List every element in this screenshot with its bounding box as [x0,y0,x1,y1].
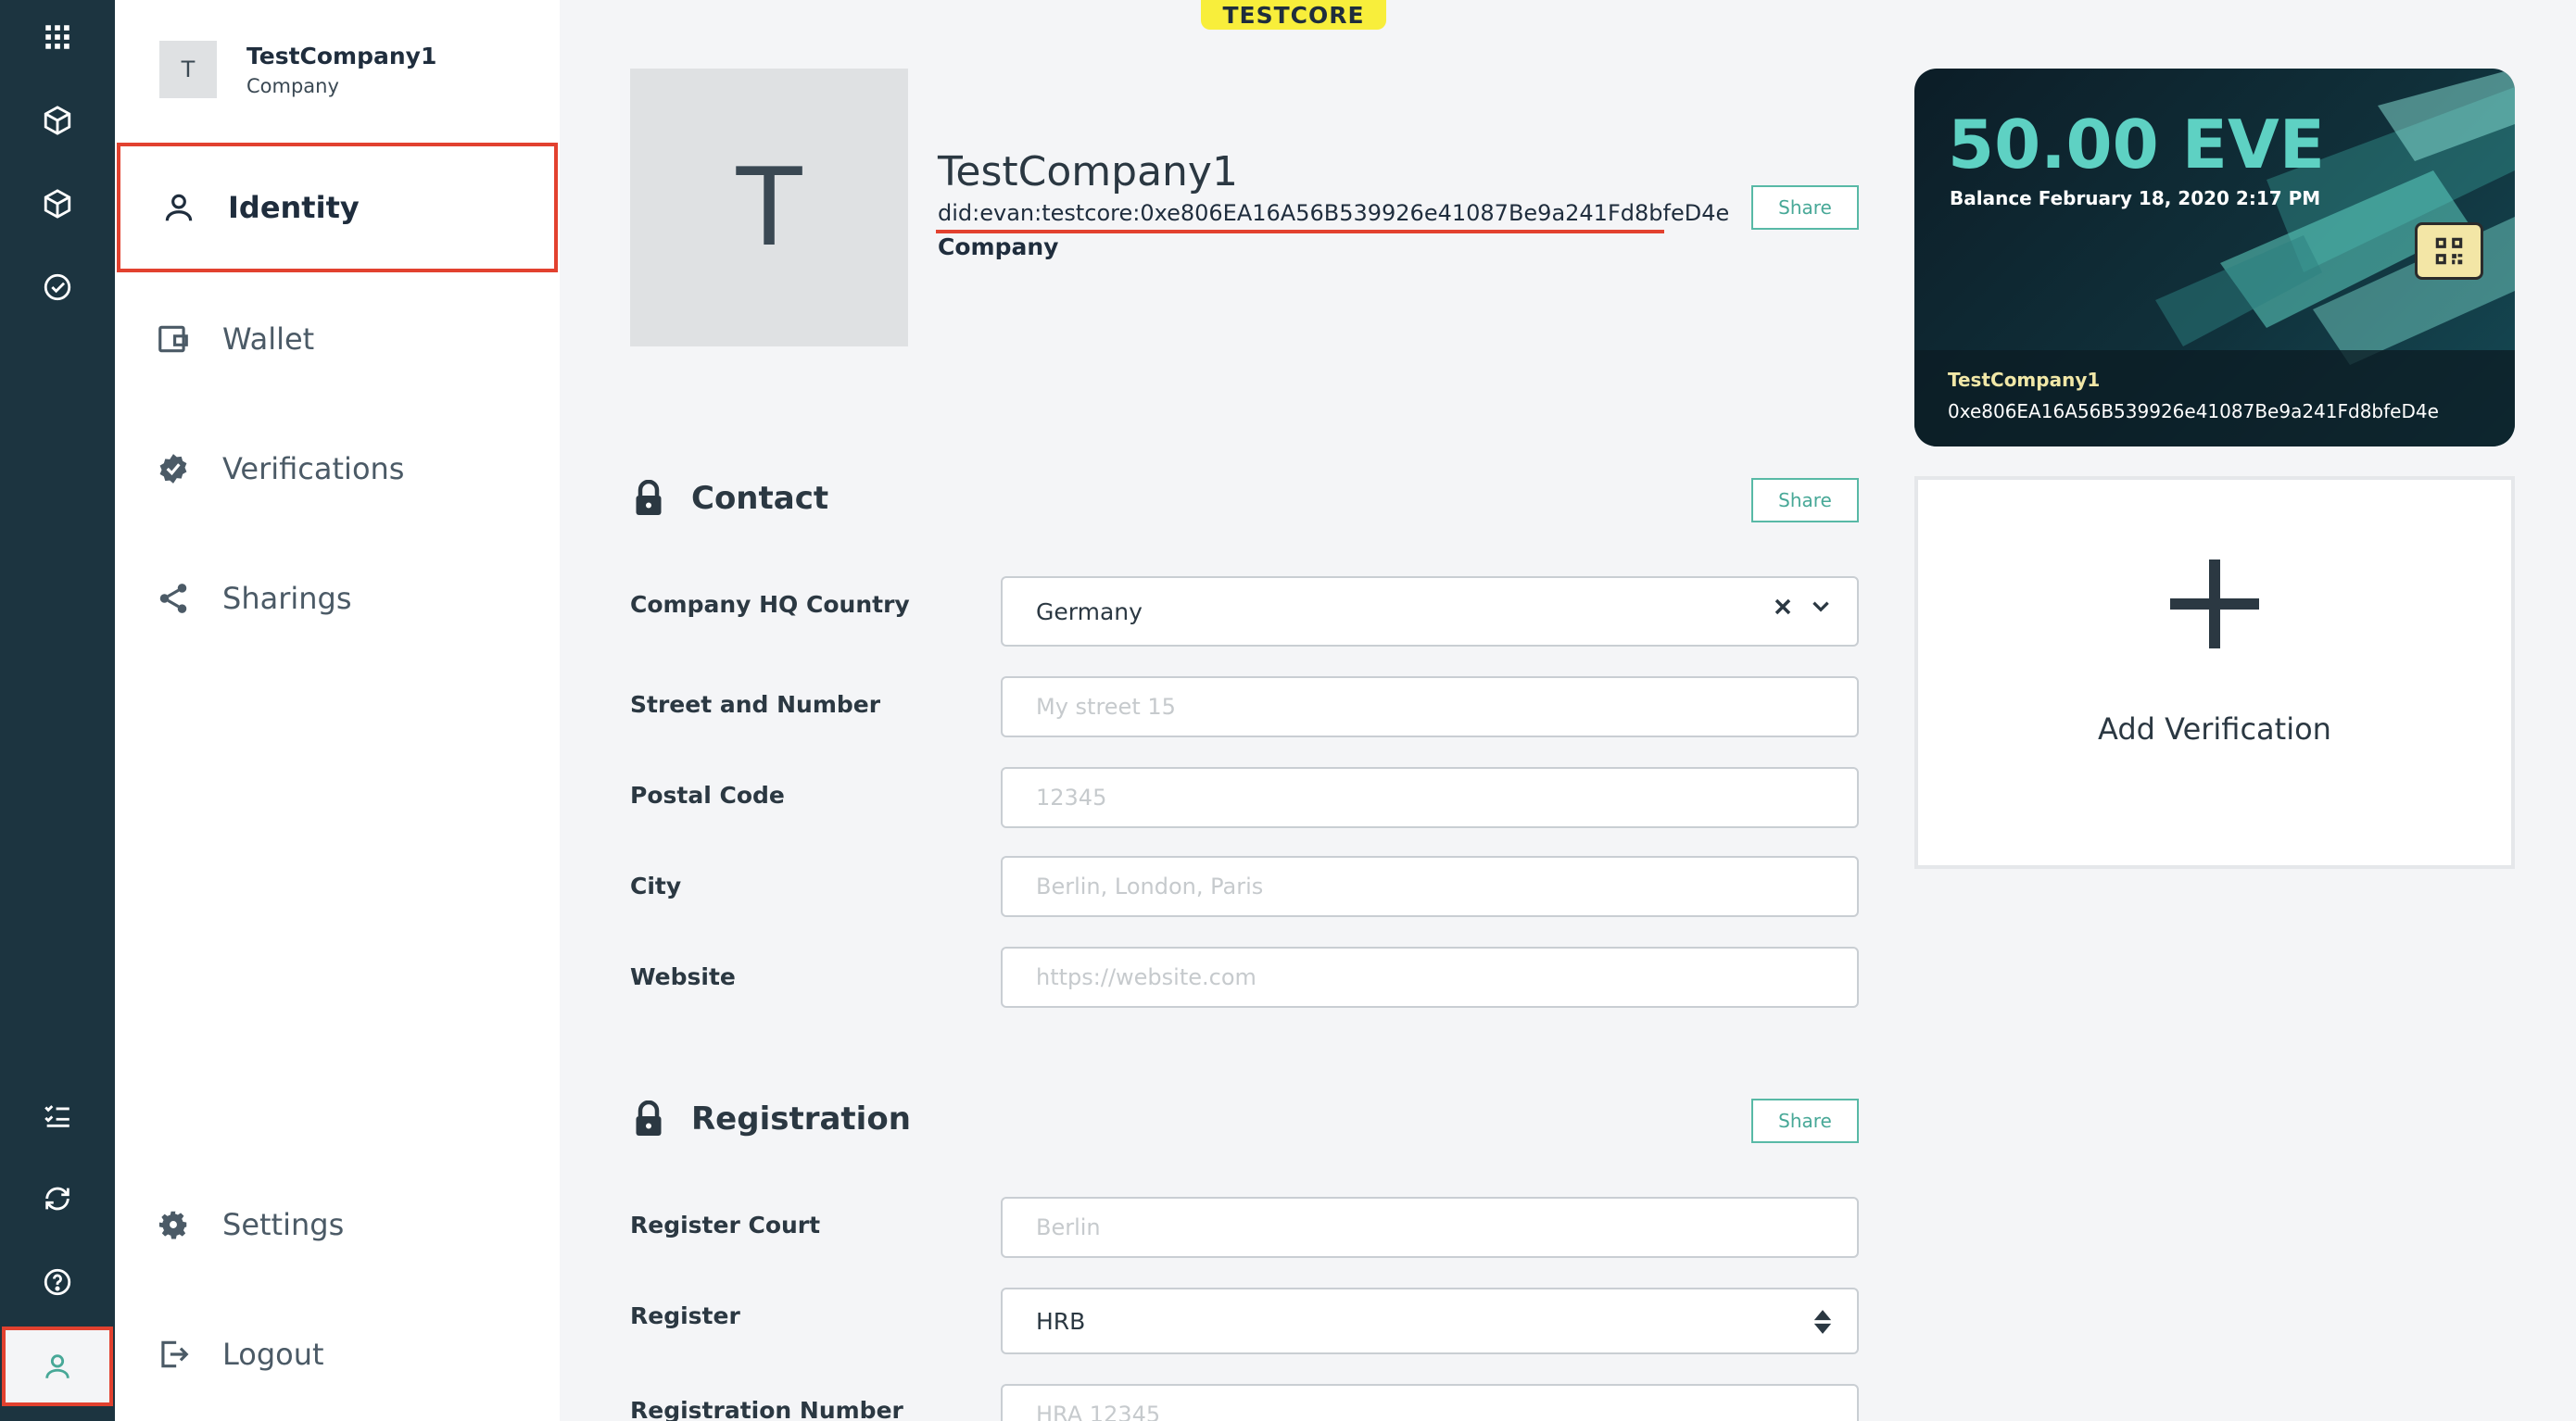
lock-icon [636,480,662,515]
identity-avatar[interactable]: T [630,69,908,346]
share-icon [159,584,187,613]
sidebar-item-label: Verifications [222,451,405,486]
help-icon[interactable] [32,1256,83,1308]
postal-code-label: Postal Code [630,782,785,809]
chevron-down-icon[interactable] [1809,595,1833,619]
company-name: TestCompany1 [246,42,437,69]
wallet-holder-name: TestCompany1 [1948,369,2101,391]
sidebar-item-sharings[interactable]: Sharings [115,534,560,663]
register-value: HRB [1036,1307,1086,1335]
add-verification-label: Add Verification [2098,711,2331,747]
sidebar-item-identity[interactable]: Identity [117,143,558,272]
country-value: Germany [1036,597,1143,625]
wallet-icon [158,325,188,353]
identity-sidebar: T TestCompany1 Company Identity Wallet V… [115,0,560,1421]
sidebar-item-label: Logout [222,1337,324,1372]
user-icon [45,1354,69,1378]
registration-number-label: Registration Number [630,1397,903,1421]
sync-icon[interactable] [32,1173,83,1225]
registration-share-button[interactable]: Share [1751,1099,1859,1143]
sidebar-item-logout[interactable]: Logout [115,1289,560,1419]
apps-grid-icon[interactable] [32,11,83,63]
gear-icon [158,1211,187,1239]
check-circle-icon[interactable] [32,261,83,313]
postal-code-input[interactable]: 12345 [1001,767,1859,828]
contact-share-button[interactable]: Share [1751,478,1859,522]
environment-badge: TESTCORE [1201,0,1386,30]
logout-icon [161,1340,189,1368]
registration-number-input[interactable]: HRA 12345 [1001,1384,1859,1421]
contact-section-title: Contact [691,480,829,517]
company-avatar: T [159,41,217,98]
sidebar-item-label: Wallet [222,321,315,357]
city-input[interactable]: Berlin, London, Paris [1001,856,1859,917]
verified-badge-icon [159,454,187,484]
website-input[interactable]: https://website.com [1001,947,1859,1008]
country-select[interactable]: Germany [1001,576,1859,647]
sidebar-item-label: Settings [222,1207,345,1242]
lock-icon [636,1100,662,1136]
add-verification-card[interactable]: Add Verification [1914,476,2515,869]
sidebar-item-wallet[interactable]: Wallet [115,274,560,404]
app-rail [0,0,115,1421]
register-select[interactable]: HRB [1001,1288,1859,1354]
sort-arrows-icon [1813,1310,1832,1334]
sidebar-item-verifications[interactable]: Verifications [115,404,560,534]
register-label: Register [630,1302,740,1329]
wallet-address: 0xe806EA16A56B539926e41087Be9a241Fd8bfeD… [1948,400,2439,422]
sidebar-item-settings[interactable]: Settings [115,1160,560,1289]
plus-icon [2170,560,2259,648]
register-court-label: Register Court [630,1212,821,1239]
company-type: Company [246,74,339,97]
user-icon [165,194,193,221]
identity-name: TestCompany1 [938,148,1238,195]
profile-rail-button[interactable] [2,1327,113,1406]
company-header[interactable]: T TestCompany1 Company [159,41,436,98]
task-list-icon[interactable] [32,1089,83,1141]
qr-code-icon [2435,237,2463,265]
identity-type: Company [938,233,1059,260]
website-label: Website [630,963,736,990]
city-label: City [630,873,682,899]
street-label: Street and Number [630,691,881,718]
wallet-balance: 50.00 EVE [1948,106,2325,183]
registration-section-title: Registration [691,1100,911,1138]
cube-outline-icon[interactable] [32,178,83,230]
clear-icon[interactable] [1772,596,1794,618]
qr-code-button[interactable] [2415,222,2483,280]
identity-share-button[interactable]: Share [1751,185,1859,230]
street-input[interactable]: My street 15 [1001,676,1859,737]
wallet-card[interactable]: 50.00 EVE Balance February 18, 2020 2:17… [1914,69,2515,446]
identity-did: did:evan:testcore:0xe806EA16A56B539926e4… [938,200,1730,226]
register-court-input[interactable]: Berlin [1001,1197,1859,1258]
wallet-balance-date: Balance February 18, 2020 2:17 PM [1950,187,2321,209]
sidebar-item-label: Sharings [222,581,352,616]
wallet-footer: TestCompany1 0xe806EA16A56B539926e41087B… [1914,350,2515,446]
country-label: Company HQ Country [630,591,910,618]
cube-icon[interactable] [32,94,83,146]
sidebar-item-label: Identity [228,190,360,225]
